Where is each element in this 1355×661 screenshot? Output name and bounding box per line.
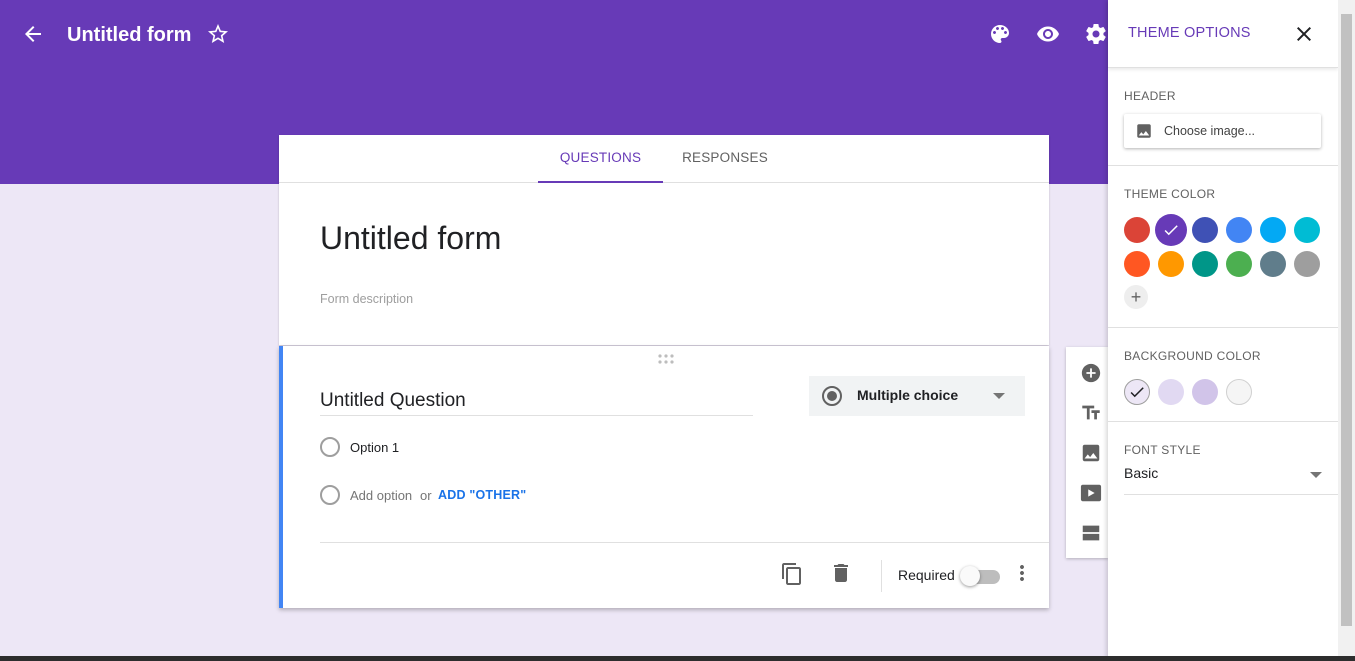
choose-image-button[interactable]: Choose image... [1124, 114, 1321, 148]
theme-color-swatch[interactable] [1260, 251, 1286, 277]
settings-gear-icon[interactable] [1084, 22, 1108, 46]
star-icon[interactable] [206, 22, 230, 46]
background-color-swatch[interactable] [1158, 379, 1184, 405]
add-question-icon[interactable] [1080, 362, 1102, 384]
palette-icon[interactable] [988, 22, 1012, 46]
option-1-input[interactable]: Option 1 [350, 440, 399, 455]
form-title-card: QUESTIONS RESPONSES Untitled form Form d… [279, 135, 1049, 345]
form-title-input[interactable]: Untitled form [320, 218, 501, 258]
form-description-input[interactable]: Form description [320, 292, 413, 306]
duplicate-icon[interactable] [780, 562, 804, 586]
delete-icon[interactable] [829, 561, 853, 585]
background-color-swatch[interactable] [1124, 379, 1150, 405]
background-color-label: BACKGROUND COLOR [1124, 349, 1261, 363]
background-color-swatch[interactable] [1226, 379, 1252, 405]
question-title-input[interactable]: Untitled Question [320, 388, 753, 416]
back-arrow-icon[interactable] [21, 22, 45, 46]
header-section-label: HEADER [1124, 89, 1176, 103]
question-card[interactable]: Untitled Question Multiple choice Option… [279, 346, 1049, 608]
theme-color-swatch[interactable] [1260, 217, 1286, 243]
more-vert-icon[interactable] [1010, 561, 1034, 585]
question-side-toolbar [1066, 347, 1108, 558]
image-icon [1134, 122, 1154, 140]
chevron-down-icon[interactable] [1310, 472, 1322, 478]
theme-color-swatch[interactable] [1226, 251, 1252, 277]
question-divider [320, 542, 1049, 543]
theme-color-swatch[interactable] [1155, 214, 1187, 246]
section-divider [1108, 327, 1338, 328]
form-tabs: QUESTIONS RESPONSES [279, 135, 1049, 183]
font-style-label: FONT STYLE [1124, 443, 1201, 457]
panel-header: THEME OPTIONS [1108, 0, 1338, 68]
add-option-radio [320, 485, 340, 505]
add-title-icon[interactable] [1080, 402, 1102, 424]
theme-options-panel: THEME OPTIONS HEADER Choose image... THE… [1108, 0, 1338, 661]
theme-color-swatch[interactable] [1294, 251, 1320, 277]
background-color-swatch[interactable] [1192, 379, 1218, 405]
footer-divider [881, 560, 882, 592]
taskbar-strip [0, 656, 1355, 661]
chevron-down-icon [993, 393, 1005, 399]
theme-color-swatch[interactable] [1192, 217, 1218, 243]
theme-color-swatch[interactable] [1124, 251, 1150, 277]
tab-responses[interactable]: RESPONSES [671, 135, 779, 183]
choose-image-label: Choose image... [1164, 124, 1256, 138]
theme-color-swatch[interactable] [1294, 217, 1320, 243]
drag-handle-icon[interactable] [656, 352, 676, 364]
add-option-input[interactable]: Add option [350, 488, 412, 503]
option-radio [320, 437, 340, 457]
or-label: or [420, 488, 432, 503]
add-section-icon[interactable] [1080, 522, 1102, 544]
page-scrollbar[interactable] [1338, 0, 1355, 661]
tab-questions[interactable]: QUESTIONS [538, 135, 663, 183]
question-type-label: Multiple choice [857, 387, 959, 403]
theme-color-swatch[interactable] [1124, 217, 1150, 243]
add-video-icon[interactable] [1080, 482, 1102, 504]
question-type-dropdown[interactable]: Multiple choice [809, 376, 1025, 416]
add-image-icon[interactable] [1080, 442, 1102, 464]
theme-color-swatch[interactable] [1192, 251, 1218, 277]
close-icon[interactable] [1292, 22, 1316, 46]
add-custom-color-button[interactable]: + [1124, 285, 1148, 309]
theme-color-label: THEME COLOR [1124, 187, 1216, 201]
scrollbar-thumb[interactable] [1341, 14, 1352, 626]
radio-button-icon [822, 386, 842, 406]
theme-color-swatch[interactable] [1226, 217, 1252, 243]
required-toggle-knob[interactable] [960, 566, 980, 586]
required-label: Required [898, 567, 955, 583]
section-divider [1108, 421, 1338, 422]
preview-eye-icon[interactable] [1036, 22, 1060, 46]
form-name-title[interactable]: Untitled form [67, 22, 191, 48]
panel-title: THEME OPTIONS [1128, 25, 1251, 41]
font-style-underline [1124, 494, 1338, 495]
add-other-link[interactable]: ADD "OTHER" [438, 488, 526, 502]
theme-color-swatch[interactable] [1158, 251, 1184, 277]
font-style-dropdown[interactable]: Basic [1124, 465, 1158, 481]
section-divider [1108, 165, 1338, 166]
